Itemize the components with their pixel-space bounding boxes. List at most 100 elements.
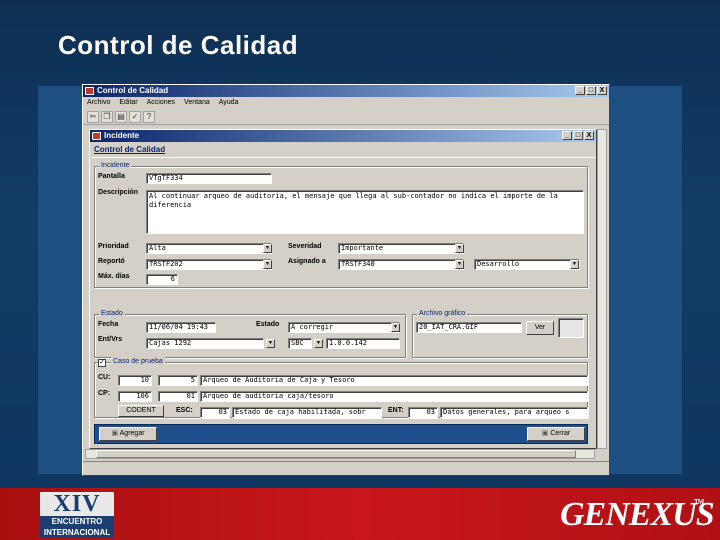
logo-line2: INTERNACIONAL [43,528,111,537]
asignado-field[interactable]: TRSTF340 [338,259,464,270]
pantalla-field[interactable]: VTgTF334 [146,173,272,184]
menubar: Archivo Editar Acciones Ventana Ayuda [83,97,609,109]
ent-field[interactable]: Cajas 1292 [146,338,264,349]
logo-xiv: XIV [40,492,114,516]
estado-label: Estado [256,321,280,328]
agregar-icon: ▣ [111,430,120,437]
severidad-label: Severidad [288,243,322,250]
descripcion-label: Descripción [98,189,139,196]
archivo-group-label: Archivo gráfico [417,309,468,319]
genexus-logo: GENEXUS TM [560,496,715,534]
descripcion-field[interactable]: Al continuar arqueo de auditoria, el men… [146,190,584,234]
cerrar-label: Cerrar [550,430,571,437]
menu-ayuda[interactable]: Ayuda [219,97,239,109]
slide-title: Control de Calidad [58,30,299,60]
cu-id-field[interactable]: 5 [158,375,198,386]
codent-button[interactable]: CODENT [118,405,164,417]
right-panel [608,86,682,474]
cp-num-field[interactable]: 106 [118,391,152,402]
encuentro-logo: XIV ENCUENTRO INTERNACIONAL [40,492,114,538]
incidente-window: Incidente _ □ X Control de Calidad Incid… [89,129,597,449]
ent-num-field[interactable]: 03 [408,407,438,418]
ent-label: ENT: [388,407,404,414]
esc-num-field[interactable]: 03 [200,407,230,418]
fecha-field[interactable]: 11/06/04 19:43 [146,322,216,333]
asignado-dropdown-icon[interactable]: ▼ [455,260,464,269]
toolbar: ✂ ❐ ▤ ✓ ? [83,109,609,125]
child-close-button[interactable]: X [584,131,594,140]
maximize-button[interactable]: □ [586,86,596,95]
reporto-dropdown-icon[interactable]: ▼ [263,260,272,269]
esc-desc-field[interactable]: Estado de caja habilitada, sobr [232,407,382,418]
estado-dropdown-icon[interactable]: ▼ [391,323,400,332]
cp-id-field[interactable]: 01 [158,391,198,402]
caso-checkbox[interactable]: ✓ [98,359,106,367]
ver-button[interactable]: Ver [526,321,554,335]
reporto-label: Reportó [98,258,125,265]
cu-label: CU: [98,374,111,381]
minimize-button[interactable]: _ [575,86,585,95]
close-button[interactable]: X [597,86,607,95]
app-title: Control de Calidad [97,86,169,95]
status-bar [83,461,609,475]
header-link[interactable]: Control de Calidad [90,142,596,158]
logo-subtitle: ENCUENTRO INTERNACIONAL [40,516,114,538]
estado-field[interactable]: A corregir [288,322,400,333]
menu-editar[interactable]: Editar [119,97,137,109]
app-window: Control de Calidad _ □ X Archivo Editar … [82,84,610,476]
genexus-logo-text: GENEXUS [560,496,715,533]
vrs-field[interactable]: 1.0.0.142 [326,338,400,349]
archivo-field[interactable]: 20_IAT_CRA.GIF [416,322,522,333]
incidente-group-label: Incidente [99,161,132,171]
vrs-dropdown-icon[interactable]: ▼ [314,339,323,348]
child-titlebar: Incidente _ □ X [90,130,596,142]
estado-group: Estado [94,309,406,358]
child-title: Incidente [104,131,140,140]
menu-archivo[interactable]: Archivo [87,97,110,109]
paste-icon[interactable]: ▤ [115,111,127,123]
app-horizontal-scrollbar[interactable] [85,449,595,459]
cu-desc-field[interactable]: Arqueo de Auditoria de Caja y Tesoro [200,375,588,386]
cu-num-field[interactable]: 10 [118,375,152,386]
menu-acciones[interactable]: Acciones [147,97,175,109]
copy-icon[interactable]: ❐ [101,111,113,123]
asignado-extra-field[interactable]: Desarrollo [474,259,580,270]
app-vertical-scrollbar[interactable] [597,129,607,449]
severidad-dropdown-icon[interactable]: ▼ [455,244,464,253]
ent-vrs-label: Ent/Vrs [98,336,123,343]
max-dias-field[interactable]: 6 [146,274,178,285]
app-icon [85,87,94,95]
cp-label: CP: [98,390,111,397]
cerrar-button[interactable]: ▣ Cerrar [527,427,585,441]
help-icon[interactable]: ? [143,111,155,123]
scroll-thumb[interactable] [96,450,576,458]
check-icon[interactable]: ✓ [129,111,141,123]
caso-group-label: Caso de prueba [111,357,165,367]
child-minimize-button[interactable]: _ [562,131,572,140]
asignado-extra-dropdown-icon[interactable]: ▼ [570,260,579,269]
archivo-preview [558,318,584,338]
bottom-bar: ▣ Agregar ▣ Cerrar [94,424,588,444]
pantalla-label: Pantalla [98,173,125,180]
cut-icon[interactable]: ✂ [87,111,99,123]
child-icon [92,132,101,140]
left-panel [38,86,84,474]
estado-group-label: Estado [99,309,125,319]
child-maximize-button[interactable]: □ [573,131,583,140]
vrs-code-field[interactable]: SBC [288,338,312,349]
app-titlebar: Control de Calidad _ □ X [83,85,609,97]
reporto-field[interactable]: TRSTF202 [146,259,272,270]
agregar-button[interactable]: ▣ Agregar [99,427,157,441]
max-dias-label: Máx. días [98,273,130,280]
cp-desc-field[interactable]: Arqueo de auditoria caja/tesoro [200,391,588,402]
ent-dropdown-icon[interactable]: ▼ [266,339,275,348]
asignado-label: Asignado a [288,258,326,265]
prioridad-dropdown-icon[interactable]: ▼ [263,244,272,253]
prioridad-label: Prioridad [98,243,129,250]
ent-desc-field[interactable]: Datos generales, para arqueo s [440,407,588,418]
esc-label: ESC: [176,407,193,414]
prioridad-field[interactable]: Alta [146,243,272,254]
severidad-field[interactable]: Importante [338,243,464,254]
menu-ventana[interactable]: Ventana [184,97,210,109]
fecha-label: Fecha [98,321,119,328]
